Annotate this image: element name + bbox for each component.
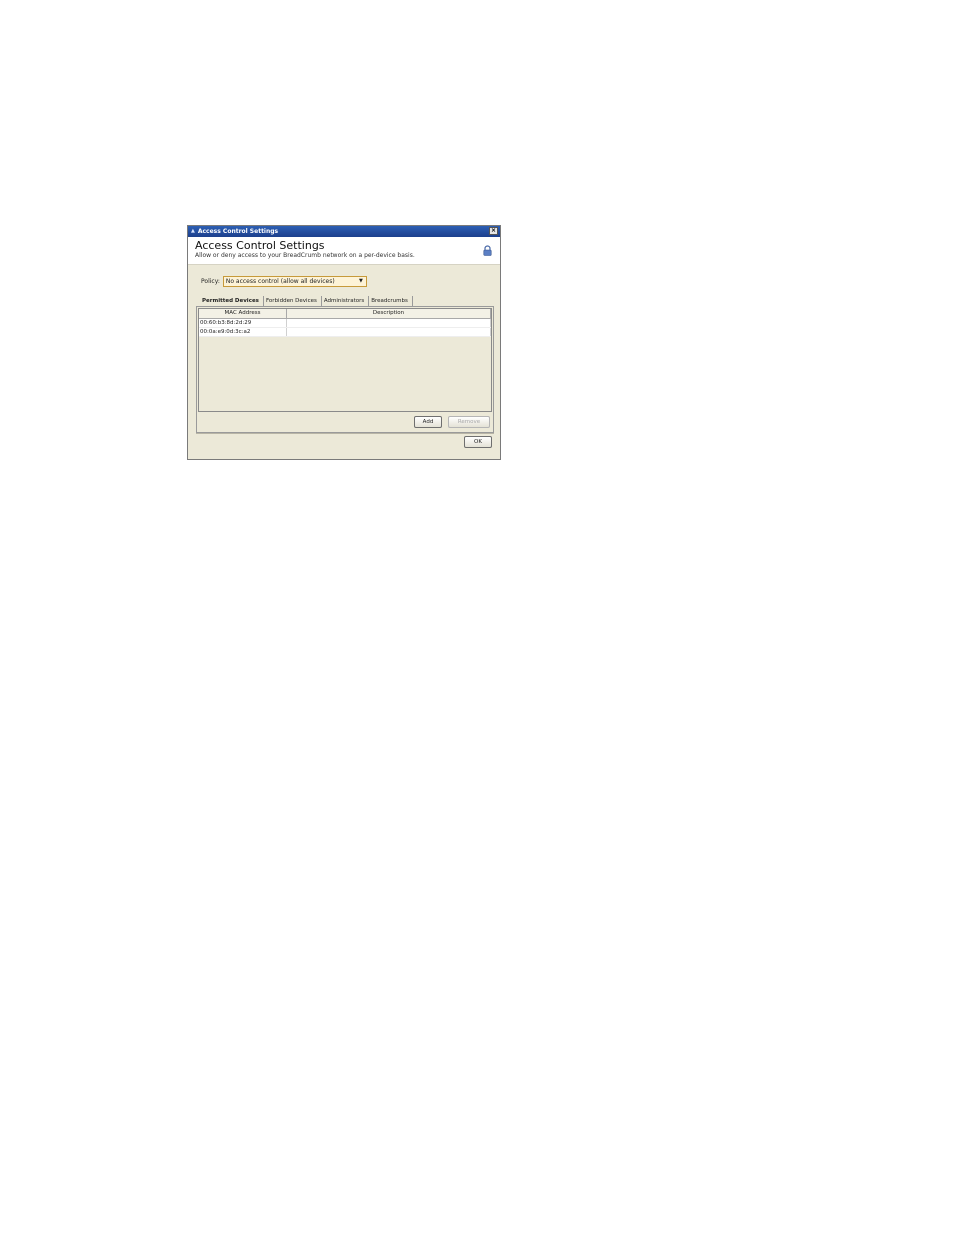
tab-label: Forbidden Devices <box>265 298 317 304</box>
access-control-dialog: ▲ Access Control Settings × Access Contr… <box>187 225 501 460</box>
description-cell <box>287 319 491 327</box>
description-cell <box>287 328 491 336</box>
tab-forbidden-devices[interactable]: Forbidden Devices <box>264 296 322 306</box>
policy-label: Policy: <box>201 278 220 285</box>
tab-label: Breadcrumbs <box>371 298 408 304</box>
divider <box>196 433 494 434</box>
mac-cell: 00:0a:e9:0d:3c:a2 <box>199 328 287 336</box>
lock-icon <box>483 245 492 256</box>
column-header-mac[interactable]: MAC Address <box>199 309 287 318</box>
close-button[interactable]: × <box>489 227 498 235</box>
add-button[interactable]: Add <box>414 416 442 428</box>
page-subtitle: Allow or deny access to your BreadCrumb … <box>195 252 415 259</box>
tab-breadcrumbs[interactable]: Breadcrumbs <box>369 296 413 306</box>
policy-dropdown[interactable]: No access control (allow all devices) ▼ <box>222 276 367 287</box>
table-header: MAC Address Description <box>199 309 491 319</box>
table-row[interactable]: 00:0a:e9:0d:3c:a2 <box>199 328 491 337</box>
page-title: Access Control Settings <box>195 239 325 252</box>
column-header-description[interactable]: Description <box>287 309 491 318</box>
ok-button[interactable]: OK <box>464 436 492 448</box>
mac-cell: 00:60:b3:8d:2d:29 <box>199 319 287 327</box>
close-icon: × <box>490 227 497 234</box>
tab-administrators[interactable]: Administrators <box>322 296 370 306</box>
devices-table[interactable]: MAC Address Description 00:60:b3:8d:2d:2… <box>198 308 492 412</box>
chevron-down-icon: ▼ <box>358 278 363 284</box>
remove-button[interactable]: Remove <box>448 416 490 428</box>
window-title: Access Control Settings <box>197 228 279 235</box>
table-row[interactable]: 00:60:b3:8d:2d:29 <box>199 319 491 328</box>
title-bar[interactable]: ▲ Access Control Settings × <box>188 226 500 237</box>
tab-label: Permitted Devices <box>202 298 259 304</box>
tab-strip: Permitted Devices Forbidden Devices Admi… <box>200 296 413 306</box>
tab-permitted-devices[interactable]: Permitted Devices <box>200 296 264 306</box>
app-icon: ▲ <box>191 228 195 234</box>
header-banner: Access Control Settings Allow or deny ac… <box>188 237 500 265</box>
tab-label: Administrators <box>323 298 365 304</box>
policy-row: Policy: No access control (allow all dev… <box>201 276 367 287</box>
policy-selected-value: No access control (allow all devices) <box>225 278 335 285</box>
tab-panel: MAC Address Description 00:60:b3:8d:2d:2… <box>196 306 494 433</box>
